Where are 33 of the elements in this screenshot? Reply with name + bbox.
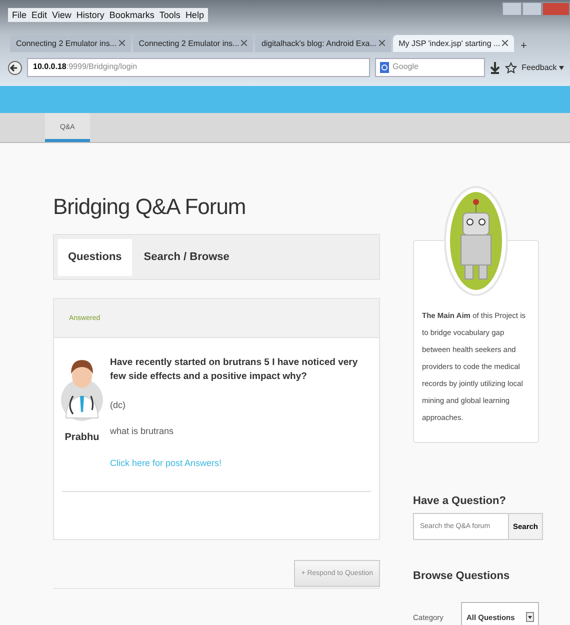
question-tag: (dc) (110, 400, 360, 410)
author-name: Prabhu (64, 432, 100, 443)
close-icon[interactable] (502, 40, 508, 46)
browser-tab[interactable]: Connecting 2 Emulator ins... (10, 35, 131, 52)
menu-item[interactable]: Bookmarks (109, 10, 154, 20)
menu-item[interactable]: Edit (32, 10, 48, 20)
close-icon[interactable] (241, 40, 248, 46)
tab[interactable]: Search / Browse (134, 239, 240, 276)
star-icon[interactable] (504, 62, 517, 74)
browser-tab[interactable]: digitalhack's blog: Android Exa... (255, 35, 391, 52)
section-heading: Browse Questions (413, 570, 511, 582)
menu-item[interactable]: View (52, 10, 72, 20)
close-icon[interactable] (378, 40, 385, 46)
menu-item[interactable]: File (12, 10, 27, 20)
download-icon[interactable] (490, 62, 500, 74)
close-icon[interactable] (118, 40, 125, 46)
feedback-button[interactable]: Feedback (522, 63, 564, 72)
menu-item[interactable]: Tools (159, 10, 180, 20)
browser-tab[interactable]: Connecting 2 Emulator ins... (132, 35, 254, 52)
search-field[interactable]: Google (374, 58, 485, 77)
back-icon[interactable] (8, 60, 22, 74)
search-engine-icon[interactable] (380, 62, 389, 73)
caret-icon (559, 66, 564, 70)
menu-item[interactable]: Help (185, 10, 204, 20)
browser-tab[interactable]: My JSP 'index.jsp' starting ... (392, 35, 514, 52)
new-tab-button[interactable]: + (516, 40, 531, 52)
question-body: what is brutrans (110, 426, 175, 436)
tab[interactable]: Questions (58, 239, 132, 276)
menu-item[interactable]: History (76, 10, 104, 20)
page-title: Bridging Q&A Forum (53, 194, 247, 220)
section-heading: Have a Question? (413, 495, 507, 507)
question-title: Have recently started on brutrans 5 I have noticed very few side effects and a positive impact why? (110, 356, 359, 384)
address-bar[interactable]: 10.0.0.18:9999/Bridging/login (27, 58, 370, 77)
